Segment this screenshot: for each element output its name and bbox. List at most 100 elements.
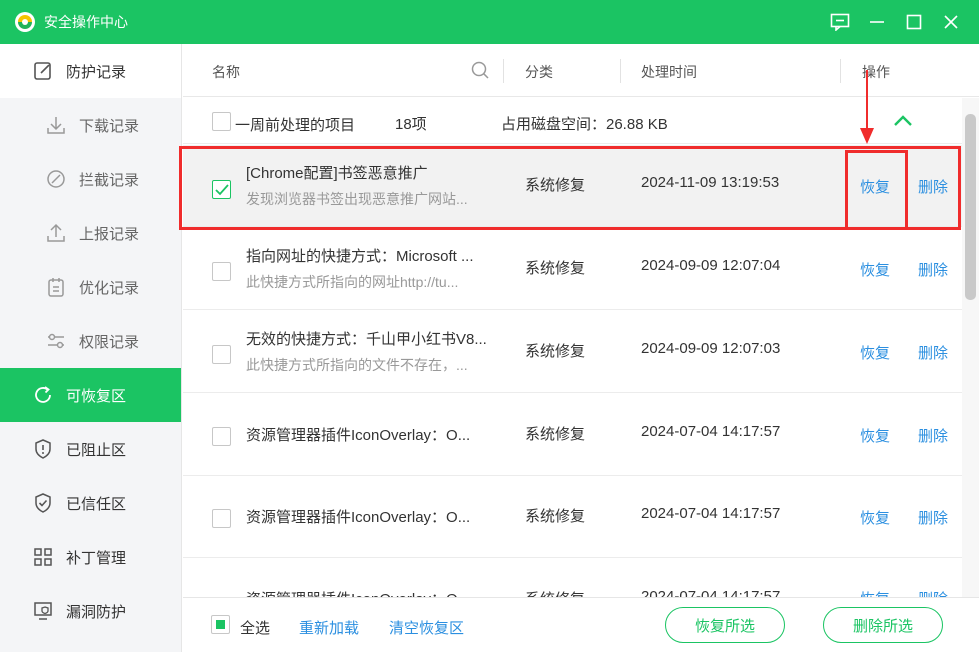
restore-selected-button[interactable]: 恢复所选 bbox=[665, 607, 785, 643]
delete-link[interactable]: 删除 bbox=[918, 259, 948, 280]
sidebar-item-label: 上报记录 bbox=[79, 225, 140, 243]
header-name: 名称 bbox=[212, 64, 240, 80]
row-title: 指向网址的快捷方式：Microsoft ... bbox=[246, 248, 474, 265]
search-icon[interactable] bbox=[470, 60, 490, 80]
upload-icon bbox=[47, 223, 65, 242]
partial-select-indicator bbox=[216, 620, 225, 629]
row-title: 资源管理器插件IconOverlay：O... bbox=[246, 509, 471, 526]
restore-link[interactable]: 恢复 bbox=[860, 588, 890, 597]
row-category: 系统修复 bbox=[525, 588, 585, 597]
restore-link[interactable]: 恢复 bbox=[860, 342, 890, 363]
row-category: 系统修复 bbox=[525, 508, 586, 525]
sidebar-item-label: 优化记录 bbox=[79, 279, 140, 297]
row-checkbox[interactable] bbox=[212, 262, 231, 281]
sidebar-item-optimize-log[interactable]: 优化记录 bbox=[0, 260, 181, 314]
sidebar-item-report-log[interactable]: 上报记录 bbox=[0, 206, 181, 260]
sidebar-item-vuln-protection[interactable]: 漏洞防护 bbox=[0, 584, 181, 638]
block-icon bbox=[47, 170, 65, 188]
reload-link[interactable]: 重新加载 bbox=[299, 617, 359, 638]
sidebar-item-label: 漏洞防护 bbox=[66, 603, 127, 621]
table-row[interactable]: 资源管理器插件IconOverlay：O... 系统修复 2024-07-04 … bbox=[183, 558, 963, 597]
delete-link[interactable]: 删除 bbox=[918, 342, 948, 363]
group-disk-usage: 占用磁盘空间：26.88 KB bbox=[501, 116, 668, 133]
header-divider bbox=[503, 59, 504, 83]
close-icon bbox=[943, 15, 958, 29]
delete-link[interactable]: 删除 bbox=[918, 507, 948, 528]
header-divider bbox=[840, 59, 841, 83]
refresh-icon bbox=[35, 386, 51, 403]
arrow-down-annotation-icon bbox=[860, 70, 874, 144]
row-checkbox[interactable] bbox=[212, 509, 231, 528]
row-time: 2024-07-04 14:17:57 bbox=[641, 423, 781, 440]
row-time: 2024-07-04 14:17:57 bbox=[641, 505, 781, 522]
row-checkbox[interactable] bbox=[212, 345, 231, 364]
sidebar-item-label: 已信任区 bbox=[66, 495, 127, 513]
table-row[interactable]: 资源管理器插件IconOverlay：O... 系统修复 2024-07-04 … bbox=[183, 476, 963, 558]
row-description: 此快捷方式所指向的网址http://tu... bbox=[246, 274, 459, 290]
sidebar-item-trusted-zone[interactable]: 已信任区 bbox=[0, 476, 181, 530]
chevron-up-icon[interactable] bbox=[893, 114, 913, 128]
grid-icon bbox=[34, 548, 52, 566]
row-time: 2024-09-09 12:07:03 bbox=[641, 340, 781, 357]
restore-link[interactable]: 恢复 bbox=[860, 259, 890, 280]
row-title: 资源管理器插件IconOverlay：O... bbox=[246, 588, 470, 597]
restore-link[interactable]: 恢复 bbox=[860, 507, 890, 528]
sidebar-item-label: 权限记录 bbox=[79, 333, 140, 351]
group-label: 一周前处理的项目 bbox=[235, 117, 356, 134]
header-divider bbox=[620, 59, 621, 83]
sidebar-item-label: 下载记录 bbox=[79, 117, 140, 135]
sidebar-item-recovery-zone[interactable]: 可恢复区 bbox=[0, 368, 181, 422]
row-category: 系统修复 bbox=[525, 343, 586, 360]
highlight-restore-action bbox=[845, 150, 908, 230]
row-title: 资源管理器插件IconOverlay：O... bbox=[246, 427, 471, 444]
feedback-button[interactable] bbox=[821, 0, 858, 44]
app-logo-icon bbox=[14, 11, 36, 33]
footer-bar: 全选 重新加载 清空恢复区 恢复所选 删除所选 bbox=[183, 597, 979, 652]
group-header: 一周前处理的项目 18项 占用磁盘空间：26.88 KB bbox=[183, 98, 963, 144]
row-description: 此快捷方式所指向的文件不存在，... bbox=[246, 357, 468, 373]
monitor-shield-icon bbox=[34, 602, 52, 620]
select-all-label[interactable]: 全选 bbox=[240, 617, 270, 638]
table-row[interactable]: 无效的快捷方式：千山甲小红书V8... 此快捷方式所指向的文件不存在，... 系… bbox=[183, 311, 963, 393]
sidebar-item-label: 补丁管理 bbox=[66, 549, 127, 567]
sidebar: 防护记录 下载记录 拦截记录 上报记录 优化记录 权限记录 可恢复区 已阻止区 … bbox=[0, 44, 182, 652]
delete-link[interactable]: 删除 bbox=[918, 588, 948, 597]
select-all-checkbox[interactable] bbox=[211, 615, 230, 634]
row-checkbox[interactable] bbox=[212, 427, 231, 446]
minimize-button[interactable] bbox=[858, 0, 895, 44]
delete-selected-button[interactable]: 删除所选 bbox=[823, 607, 943, 643]
group-count: 18项 bbox=[395, 116, 427, 133]
table-row[interactable]: 指向网址的快捷方式：Microsoft ... 此快捷方式所指向的网址http:… bbox=[183, 228, 963, 310]
restore-link[interactable]: 恢复 bbox=[860, 425, 890, 446]
scrollbar-thumb[interactable] bbox=[965, 114, 976, 300]
close-button[interactable] bbox=[932, 0, 969, 44]
group-checkbox[interactable] bbox=[212, 112, 231, 131]
sidebar-item-blocked-zone[interactable]: 已阻止区 bbox=[0, 422, 181, 476]
shield-check-icon bbox=[35, 493, 51, 513]
maximize-icon bbox=[906, 14, 921, 30]
row-time: 2024-09-09 12:07:04 bbox=[641, 257, 781, 274]
sidebar-item-permission-log[interactable]: 权限记录 bbox=[0, 314, 181, 368]
feedback-icon bbox=[830, 13, 849, 31]
table-row[interactable]: 资源管理器插件IconOverlay：O... 系统修复 2024-07-04 … bbox=[183, 394, 963, 476]
sidebar-item-intercept-log[interactable]: 拦截记录 bbox=[0, 152, 181, 206]
delete-link[interactable]: 删除 bbox=[918, 425, 948, 446]
document-icon bbox=[48, 278, 64, 297]
edit-icon bbox=[34, 62, 51, 80]
highlight-selected-row bbox=[179, 146, 961, 230]
clear-recovery-link[interactable]: 清空恢复区 bbox=[389, 617, 464, 638]
minimize-icon bbox=[869, 21, 884, 23]
row-title: 无效的快捷方式：千山甲小红书V8... bbox=[246, 331, 487, 348]
row-time: 2024-07-04 14:17:57 bbox=[641, 588, 781, 597]
sliders-icon bbox=[48, 333, 64, 349]
title-bar: 安全操作中心 bbox=[0, 0, 979, 44]
header-category: 分类 bbox=[525, 64, 553, 80]
sidebar-item-label: 可恢复区 bbox=[66, 387, 127, 405]
sidebar-item-label: 拦截记录 bbox=[79, 171, 140, 189]
sidebar-item-download-log[interactable]: 下载记录 bbox=[0, 98, 181, 152]
download-icon bbox=[47, 117, 65, 134]
window-title: 安全操作中心 bbox=[44, 14, 128, 30]
maximize-button[interactable] bbox=[895, 0, 932, 44]
sidebar-item-protection-log[interactable]: 防护记录 bbox=[0, 44, 181, 98]
sidebar-item-patch-management[interactable]: 补丁管理 bbox=[0, 530, 181, 584]
